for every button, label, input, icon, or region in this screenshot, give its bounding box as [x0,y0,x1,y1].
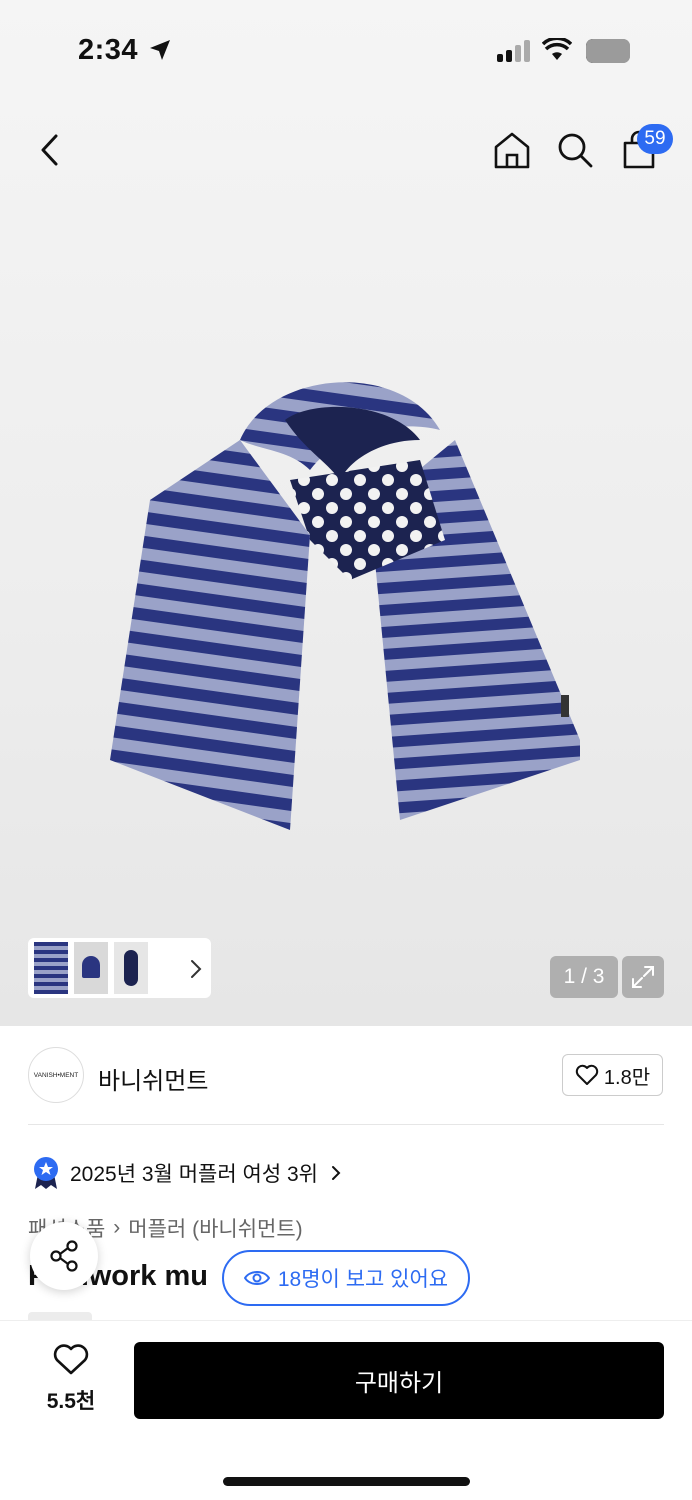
chevron-right-icon [331,1166,341,1180]
viewer-count-text: 18명이 보고 있어요 [277,1268,449,1291]
share-button[interactable] [30,1222,98,1290]
back-button[interactable] [26,126,74,174]
brand-logo-text: VANISH•MENT [33,1071,79,1079]
buy-button[interactable]: 구매하기 [134,1342,664,1419]
heart-icon [53,1344,89,1375]
search-icon [558,133,593,168]
signal-icon [497,40,530,62]
location-arrow-icon [150,40,170,60]
thumbnail-2[interactable] [74,942,108,994]
battery-nub [586,39,630,63]
thumbnail-strip[interactable] [28,938,211,998]
eye-icon [243,1271,270,1285]
viewer-count-pill: 18명이 보고 있어요 [222,1250,470,1306]
search-button[interactable] [551,126,599,174]
wishlist-count: 5.5천 [46,1390,96,1413]
wishlist-button[interactable]: 5.5천 [36,1344,106,1415]
brand-like-count: 1.8만 [603,1066,651,1089]
brand-logo[interactable]: VANISH•MENT [28,1047,84,1103]
thumbnail-1[interactable] [34,942,68,994]
brand-name[interactable]: 바니쉬먼트 [98,1061,208,1096]
cart-badge: 59 [637,124,673,154]
brand-like-button[interactable]: 1.8만 [562,1054,663,1096]
divider [28,1124,664,1125]
ranking-text: 2025년 3월 머플러 여성 3위 [70,1163,318,1186]
home-button[interactable] [488,126,536,174]
product-image[interactable] [100,360,600,840]
breadcrumb-subcategory[interactable]: 머플러 (바니쉬먼트) [128,1213,302,1243]
image-counter: 1 / 3 [550,956,618,998]
chevron-right-icon[interactable] [186,957,206,981]
ranking-link[interactable]: 2025년 3월 머플러 여성 3위 [32,1156,344,1190]
status-bar: 2:34 30 [0,0,692,100]
status-time: 2:34 [78,34,139,66]
breadcrumb-separator: › [113,1216,121,1239]
thumbnail-3[interactable] [114,942,148,994]
expand-icon [632,966,654,988]
chevron-left-icon [41,134,58,166]
wifi-icon [542,38,572,60]
heart-icon [575,1064,599,1085]
share-icon [50,1240,78,1272]
home-icon [494,132,530,169]
home-indicator [223,1477,470,1486]
ranking-badge-icon [34,1157,58,1189]
expand-button[interactable] [622,956,664,998]
